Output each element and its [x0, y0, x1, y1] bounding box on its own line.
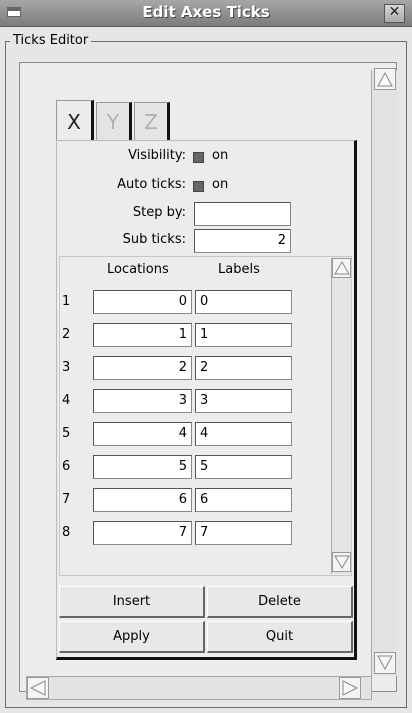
auto-ticks-label: Auto ticks: — [117, 177, 186, 192]
row-index: 8 — [62, 525, 71, 540]
sub-ticks-label: Sub ticks: — [122, 232, 186, 247]
scroll-right-button[interactable] — [339, 677, 361, 699]
arrow-up-icon — [334, 261, 350, 275]
location-input[interactable]: 3 — [93, 389, 192, 413]
auto-ticks-toggle[interactable] — [193, 181, 204, 192]
vertical-scrollbar[interactable] — [371, 68, 397, 676]
tab-z[interactable]: Z — [134, 102, 170, 140]
arrow-down-icon — [334, 555, 350, 569]
label-input[interactable]: 6 — [195, 488, 292, 512]
step-by-label: Step by: — [132, 205, 186, 220]
scroll-down-button[interactable] — [374, 652, 396, 674]
delete-button[interactable]: Delete — [207, 586, 353, 618]
table-scroll-up-button[interactable] — [332, 258, 351, 278]
location-input[interactable]: 1 — [93, 323, 192, 347]
location-input[interactable]: 6 — [93, 488, 192, 512]
location-input[interactable]: 7 — [93, 521, 192, 545]
window-titlebar[interactable]: Edit Axes Ticks ✕ — [0, 0, 412, 27]
location-input[interactable]: 0 — [93, 290, 192, 314]
row-index: 7 — [62, 492, 71, 507]
horizontal-scrollbar[interactable] — [26, 676, 372, 700]
label-input[interactable]: 7 — [195, 521, 292, 545]
arrow-left-icon — [29, 680, 46, 696]
visibility-toggle[interactable] — [193, 152, 204, 163]
window-title: Edit Axes Ticks — [142, 3, 270, 21]
label-input[interactable]: 1 — [195, 323, 292, 347]
close-icon[interactable]: ✕ — [384, 4, 405, 23]
apply-button[interactable]: Apply — [59, 621, 205, 653]
tab-y[interactable]: Y — [96, 102, 132, 140]
visibility-value: on — [212, 148, 229, 163]
location-input[interactable]: 5 — [93, 455, 192, 479]
label-input[interactable]: 4 — [195, 422, 292, 446]
row-index: 3 — [62, 360, 71, 375]
arrow-down-icon — [377, 655, 393, 671]
row-index: 5 — [62, 426, 71, 441]
scroll-left-button[interactable] — [27, 677, 49, 699]
row-index: 2 — [62, 327, 71, 342]
visibility-label: Visibility: — [128, 148, 186, 163]
label-input[interactable]: 3 — [195, 389, 292, 413]
labels-header: Labels — [218, 262, 260, 277]
arrow-up-icon — [377, 71, 393, 87]
locations-header: Locations — [107, 262, 169, 277]
quit-button[interactable]: Quit — [207, 621, 353, 653]
tab-x[interactable]: X — [56, 100, 94, 142]
table-scroll-down-button[interactable] — [332, 552, 351, 572]
step-by-input[interactable] — [194, 202, 291, 226]
location-input[interactable]: 4 — [93, 422, 192, 446]
row-index: 4 — [62, 393, 71, 408]
scroll-up-button[interactable] — [374, 68, 396, 90]
auto-ticks-value: on — [212, 177, 229, 192]
label-input[interactable]: 2 — [195, 356, 292, 380]
arrow-right-icon — [342, 680, 359, 696]
sub-ticks-input[interactable]: 2 — [194, 229, 291, 253]
location-input[interactable]: 2 — [93, 356, 192, 380]
label-input[interactable]: 5 — [195, 455, 292, 479]
table-scrollbar[interactable] — [331, 258, 351, 574]
ticks-editor-legend: Ticks Editor — [10, 33, 92, 48]
row-index: 1 — [62, 294, 71, 309]
insert-button[interactable]: Insert — [59, 586, 205, 618]
label-input[interactable]: 0 — [195, 290, 292, 314]
row-index: 6 — [62, 459, 71, 474]
